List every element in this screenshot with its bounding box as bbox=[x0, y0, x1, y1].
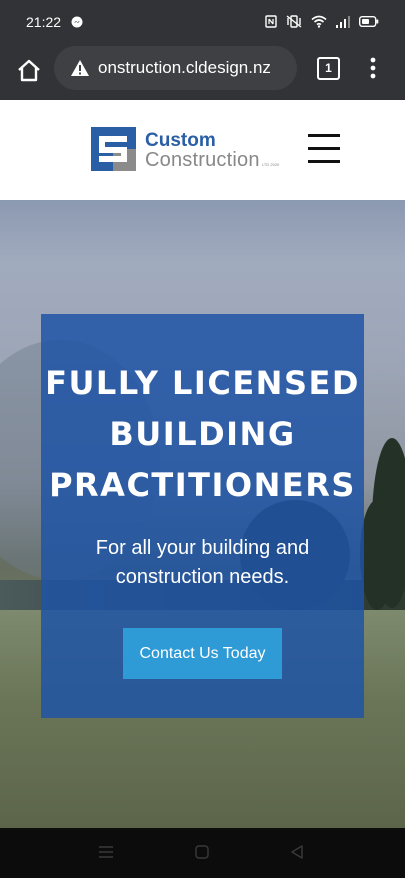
status-bar: 21:22 bbox=[0, 0, 405, 44]
hero-title-line: PRACTITIONERS bbox=[49, 466, 356, 504]
contact-us-button[interactable]: Contact Us Today bbox=[123, 628, 282, 679]
recent-apps-icon[interactable] bbox=[98, 845, 114, 859]
hero-title: FULLY LICENSED BUILDING PRACTITIONERS bbox=[41, 358, 364, 511]
warning-icon[interactable] bbox=[70, 59, 90, 77]
hero-section: FULLY LICENSED BUILDING PRACTITIONERS Fo… bbox=[0, 200, 405, 828]
home-circle-icon[interactable] bbox=[195, 845, 209, 859]
logo-text-construction[interactable]: Construction bbox=[145, 149, 260, 172]
status-time: 21:22 bbox=[26, 14, 62, 30]
messenger-icon bbox=[71, 16, 83, 28]
hamburger-icon[interactable] bbox=[308, 134, 340, 164]
wifi-icon bbox=[311, 15, 327, 28]
signal-icon bbox=[336, 15, 350, 28]
site-header: Custom Construction LTD 2020 bbox=[0, 100, 405, 200]
logo-suffix: LTD 2020 bbox=[262, 162, 280, 167]
system-nav-bar bbox=[0, 828, 405, 878]
hero-title-line: BUILDING bbox=[109, 415, 296, 453]
home-icon[interactable] bbox=[14, 56, 44, 86]
hero-background-tree bbox=[360, 500, 394, 610]
logo-mark[interactable] bbox=[91, 127, 136, 171]
tab-switcher-button[interactable]: 1 bbox=[317, 57, 340, 80]
browser-toolbar: onstruction.cldesign.nz 1 bbox=[0, 44, 405, 100]
vibrate-icon bbox=[286, 15, 302, 28]
hero-card: FULLY LICENSED BUILDING PRACTITIONERS Fo… bbox=[41, 314, 364, 718]
hero-title-line: FULLY LICENSED bbox=[45, 364, 360, 402]
address-bar[interactable]: onstruction.cldesign.nz bbox=[54, 46, 297, 90]
nfc-icon bbox=[265, 15, 277, 28]
more-vert-icon[interactable] bbox=[366, 56, 380, 80]
url-text[interactable]: onstruction.cldesign.nz bbox=[98, 58, 290, 82]
battery-icon bbox=[359, 16, 379, 27]
hero-subtitle: For all your building and construction n… bbox=[95, 537, 310, 588]
back-icon[interactable] bbox=[290, 845, 304, 859]
